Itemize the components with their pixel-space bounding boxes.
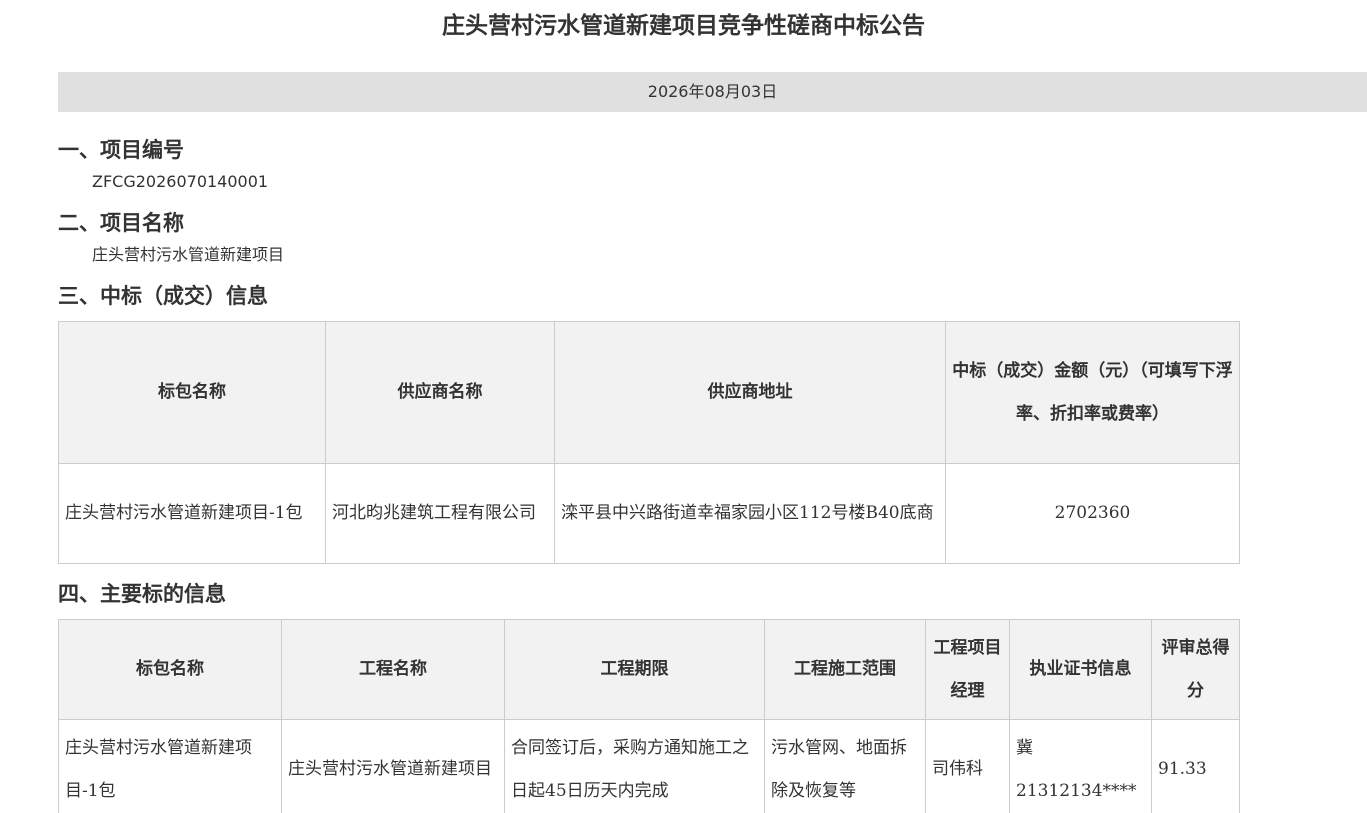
main-subject-info-table: 标包名称 工程名称 工程期限 工程施工范围 工程项目经理 执业证书信息 评审总得… [58, 619, 1240, 813]
column-header-period: 工程期限 [504, 619, 765, 720]
column-header-certificate: 执业证书信息 [1009, 619, 1152, 720]
column-header-package: 标包名称 [58, 321, 326, 464]
cell-certificate: 冀21312134**** [1009, 719, 1152, 813]
table-header-row: 标包名称 供应商名称 供应商地址 中标（成交）金额（元）（可填写下浮率、折扣率或… [58, 321, 1240, 464]
project-name-value: 庄头营村污水管道新建项目 [92, 245, 285, 264]
cell-period: 合同签订后，采购方通知施工之日起45日历天内完成 [504, 719, 765, 813]
cell-manager: 司伟科 [925, 719, 1010, 813]
announcement-page: 庄头营村污水管道新建项目竞争性磋商中标公告 2026年08月03日 一、项目编号… [0, 0, 1367, 813]
section-heading-award-info: 三、中标（成交）信息 [58, 284, 268, 308]
column-header-project: 工程名称 [281, 619, 505, 720]
column-header-scope: 工程施工范围 [764, 619, 926, 720]
project-number-value: ZFCG2026070140001 [92, 172, 269, 191]
column-header-amount: 中标（成交）金额（元）（可填写下浮率、折扣率或费率） [945, 321, 1240, 464]
column-header-manager: 工程项目经理 [925, 619, 1010, 720]
section-heading-project-name: 二、项目名称 [58, 211, 184, 235]
column-header-address: 供应商地址 [554, 321, 946, 464]
column-header-package: 标包名称 [58, 619, 282, 720]
section-heading-bidder-info: 四、主要标的信息 [58, 582, 226, 606]
award-info-table: 标包名称 供应商名称 供应商地址 中标（成交）金额（元）（可填写下浮率、折扣率或… [58, 321, 1240, 564]
table-header-row: 标包名称 工程名称 工程期限 工程施工范围 工程项目经理 执业证书信息 评审总得… [58, 619, 1240, 720]
cell-package: 庄头营村污水管道新建项目-1包 [58, 719, 282, 813]
table-row: 庄头营村污水管道新建项目-1包 河北昀兆建筑工程有限公司 滦平县中兴路街道幸福家… [58, 463, 1240, 564]
section-heading-project-number: 一、项目编号 [58, 138, 184, 162]
column-header-supplier: 供应商名称 [325, 321, 555, 464]
page-title: 庄头营村污水管道新建项目竞争性磋商中标公告 [442, 13, 925, 39]
cell-package: 庄头营村污水管道新建项目-1包 [58, 463, 326, 564]
cell-address: 滦平县中兴路街道幸福家园小区112号楼B40底商 [554, 463, 946, 564]
cell-amount: 2702360 [945, 463, 1240, 564]
cell-supplier: 河北昀兆建筑工程有限公司 [325, 463, 555, 564]
publish-date-bar: 2026年08月03日 [58, 72, 1367, 112]
cell-score: 91.33 [1151, 719, 1240, 813]
table-row: 庄头营村污水管道新建项目-1包 庄头营村污水管道新建项目 合同签订后，采购方通知… [58, 719, 1240, 813]
column-header-score: 评审总得分 [1151, 619, 1240, 720]
cell-project: 庄头营村污水管道新建项目 [281, 719, 505, 813]
publish-date: 2026年08月03日 [647, 82, 778, 101]
cell-scope: 污水管网、地面拆除及恢复等 [764, 719, 926, 813]
